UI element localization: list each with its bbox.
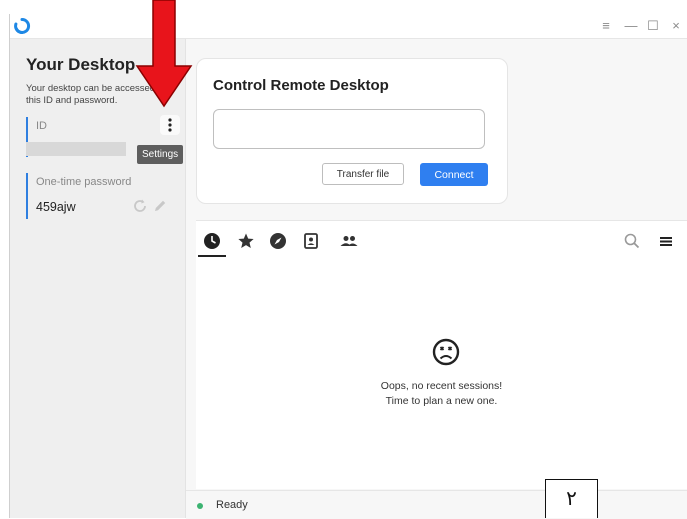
close-button[interactable]: ×	[665, 14, 687, 38]
maximize-button[interactable]: ☐	[642, 14, 664, 38]
settings-button[interactable]	[160, 115, 180, 135]
minimize-button[interactable]: —	[620, 14, 642, 38]
red-arrow-annotation-icon	[135, 0, 193, 108]
pencil-icon[interactable]	[152, 198, 168, 214]
star-icon[interactable]	[237, 232, 255, 250]
main-panel: Control Remote Desktop Transfer file Con…	[186, 39, 687, 519]
id-label: ID	[36, 120, 47, 132]
search-icon[interactable]	[623, 232, 641, 250]
status-bar: Ready	[186, 490, 687, 519]
sad-face-icon	[432, 338, 460, 366]
status-indicator	[197, 503, 203, 509]
status-text: Ready	[216, 499, 248, 511]
title-bar: ≡ — ☐ ×	[10, 14, 687, 39]
clock-icon[interactable]	[203, 232, 221, 250]
sidebar: Your Desktop Your desktop can be accesse…	[10, 39, 186, 518]
refresh-icon[interactable]	[132, 198, 148, 214]
password-field: One-time password 459ajw	[26, 173, 185, 219]
annotation-number-box: ٢	[545, 479, 598, 518]
group-icon[interactable]	[338, 232, 360, 250]
remote-id-input[interactable]	[213, 109, 485, 149]
password-label: One-time password	[36, 176, 132, 188]
transfer-file-button[interactable]: Transfer file	[322, 163, 404, 185]
compass-icon[interactable]	[269, 232, 287, 250]
list-view-icon[interactable]	[657, 232, 675, 250]
id-value-redacted	[26, 142, 126, 156]
sessions-panel: Oops, no recent sessions! Time to plan a…	[196, 220, 687, 489]
empty-sessions-message: Oops, no recent sessions!	[380, 380, 503, 392]
menu-icon[interactable]: ≡	[595, 14, 617, 38]
vertical-dots-icon	[168, 118, 172, 132]
password-value: 459ajw	[36, 200, 76, 214]
settings-tooltip: Settings	[137, 145, 184, 164]
empty-sessions-hint: Time to plan a new one.	[385, 395, 498, 407]
your-desktop-title: Your Desktop	[26, 55, 136, 74]
active-tab-indicator	[198, 255, 226, 257]
app-logo-icon	[14, 17, 31, 34]
address-book-icon[interactable]	[302, 232, 320, 250]
control-remote-card: Control Remote Desktop Transfer file Con…	[196, 58, 508, 204]
connect-button[interactable]: Connect	[420, 163, 488, 186]
control-remote-title: Control Remote Desktop	[213, 77, 389, 94]
